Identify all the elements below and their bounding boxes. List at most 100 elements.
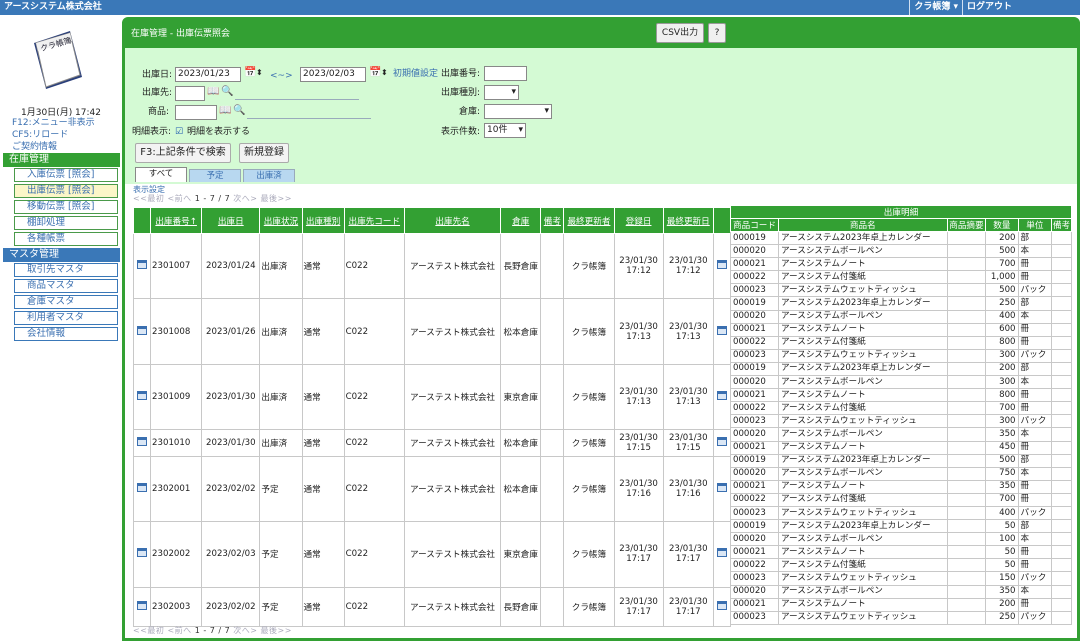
detail-cell [946,322,987,337]
pager-last[interactable]: 最後>> [261,626,292,635]
menu-item[interactable]: 利用者マスタ [14,311,118,325]
pager-prev[interactable]: <前へ [167,194,191,203]
book-lookup-icon[interactable]: 📖 [207,85,219,99]
pager-next[interactable]: 次へ> [233,194,257,203]
cell-code: C022 [343,298,405,365]
pager-first[interactable]: <<最初 [133,194,164,203]
book-lookup-icon[interactable]: 📖 [219,104,231,118]
pager-next[interactable]: 次へ> [233,626,257,635]
detail-icon[interactable] [137,548,148,558]
detail-checkbox[interactable]: ☑ [175,125,183,139]
detail-icon[interactable] [716,325,727,335]
column-header[interactable]: 倉庫 [500,207,542,234]
column-header[interactable]: 出庫番号↑ [150,207,203,234]
spinner-icon[interactable]: ⬍ [256,66,263,80]
column-header[interactable]: 備考 [540,207,565,234]
detail-icon[interactable] [137,600,148,610]
cell-wh: 東京倉庫 [500,363,542,431]
menu-item[interactable]: 入庫伝票 [照会] [14,168,118,182]
ship-type-select[interactable] [484,85,519,100]
column-header[interactable]: 登録日 [613,207,664,234]
date-from-input[interactable]: 2023/01/23 [175,67,241,82]
table-row[interactable]: 2302001 2023/02/02 予定 通常 C022 アーステスト株式会社 松本倉庫ク… [132,455,732,523]
spinner-icon[interactable]: ⬍ [381,66,388,80]
count-select[interactable]: 10件 [484,123,526,138]
menu-item[interactable]: 倉庫マスタ [14,295,118,309]
table-row[interactable]: 2302003 2023/02/02 予定 通常 C022 アーステスト株式会社 長野倉庫ク… [132,586,732,627]
column-header[interactable]: 最終更新日 [662,207,714,234]
column-header[interactable]: 最終更新者 [563,207,615,234]
row-detail-icon[interactable] [132,586,152,627]
row-detail-icon[interactable] [132,232,152,300]
detail-icon[interactable] [716,260,727,270]
row-detail-icon[interactable] [712,232,732,300]
warehouse-select[interactable] [484,104,552,119]
detail-cell [1051,597,1072,612]
table-row[interactable]: 2302002 2023/02/03 予定 通常 C022 アーステスト株式会社 東京倉庫ク… [132,521,732,588]
menu-item[interactable]: 取引先マスタ [14,263,118,277]
cell-upd-date: 23/01/30 [668,256,708,267]
pager-prev[interactable]: <前へ [167,626,191,635]
table-row[interactable]: 2301010 2023/01/30 出庫済 通常 C022 アーステスト株式会社 松本倉庫… [132,429,732,457]
row-detail-icon[interactable] [132,298,152,365]
menu-item[interactable]: 商品マスタ [14,279,118,293]
menu-item[interactable]: 出庫伝票 [照会] [14,184,118,198]
detail-icon[interactable] [137,325,148,335]
row-detail-icon[interactable] [132,455,152,523]
help-button[interactable]: ? [708,23,726,43]
menu-item[interactable]: 移動伝票 [照会] [14,200,118,214]
row-detail-icon[interactable] [712,521,732,588]
dest-input[interactable] [175,86,205,101]
row-detail-icon[interactable] [132,521,152,588]
detail-icon[interactable] [716,482,727,492]
search-icon[interactable]: 🔍 [233,104,245,118]
row-detail-icon[interactable] [712,298,732,365]
column-header[interactable]: 出庫状況 [259,207,303,234]
menu-item[interactable]: 会社情報 [14,327,118,341]
product-input[interactable] [175,105,217,120]
detail-icon[interactable] [716,391,727,401]
search-icon[interactable]: 🔍 [221,85,233,99]
row-detail-icon[interactable] [712,363,732,431]
calendar-icon[interactable]: 📅 [244,66,256,80]
row-detail-icon[interactable] [712,586,732,627]
reset-defaults-link[interactable]: 初期値設定 [393,67,438,81]
detail-icon[interactable] [716,600,727,610]
tab-planned[interactable]: 予定 [189,169,241,182]
search-button[interactable]: F3:上記条件で検索 [135,143,231,163]
tab-all[interactable]: すべて [135,167,187,182]
pager-range: 1 - 7 / 7 [194,626,231,635]
csv-export-button[interactable]: CSV出力 [656,23,704,43]
product-name-field [247,118,371,119]
contract-info-link[interactable]: ご契約情報 [12,139,57,152]
menu-item[interactable]: 棚卸処理 [14,216,118,230]
table-row[interactable]: 2301007 2023/01/24 出庫済 通常 C022 アーステスト株式会社 長野倉庫… [132,232,732,300]
detail-icon[interactable] [137,260,148,270]
row-detail-icon[interactable] [132,363,152,431]
new-entry-button[interactable]: 新規登録 [239,143,289,163]
ship-no-input[interactable] [484,66,527,81]
table-row[interactable]: 2301008 2023/01/26 出庫済 通常 C022 アーステスト株式会社 松本倉庫… [132,298,732,365]
column-header[interactable]: 出庫先名 [403,207,502,234]
detail-icon[interactable] [137,391,148,401]
column-header[interactable]: 出庫先コード [343,207,405,234]
pager-last[interactable]: 最後>> [261,194,292,203]
column-header[interactable]: 出庫日 [201,207,261,234]
menu-item[interactable]: 各種帳票 [14,232,118,246]
row-detail-icon[interactable] [712,429,732,457]
detail-icon[interactable] [716,548,727,558]
user-menu[interactable]: クラ帳簿 ▾ [909,0,962,15]
calendar-icon[interactable]: 📅 [369,66,381,80]
pager-first[interactable]: <<最初 [133,626,164,635]
detail-icon[interactable] [716,437,727,446]
table-row[interactable]: 2301009 2023/01/30 出庫済 通常 C022 アーステスト株式会社 東京倉庫… [132,363,732,431]
logout-link[interactable]: ログアウト [961,0,1016,15]
cell-type: 通常 [301,232,345,300]
detail-icon[interactable] [137,437,148,446]
row-detail-icon[interactable] [132,429,152,457]
tab-shipped[interactable]: 出庫済 [243,169,295,182]
row-detail-icon[interactable] [712,455,732,523]
date-to-input[interactable]: 2023/02/03 [300,67,366,82]
detail-icon[interactable] [137,482,148,492]
column-header[interactable]: 出庫種別 [301,207,345,234]
